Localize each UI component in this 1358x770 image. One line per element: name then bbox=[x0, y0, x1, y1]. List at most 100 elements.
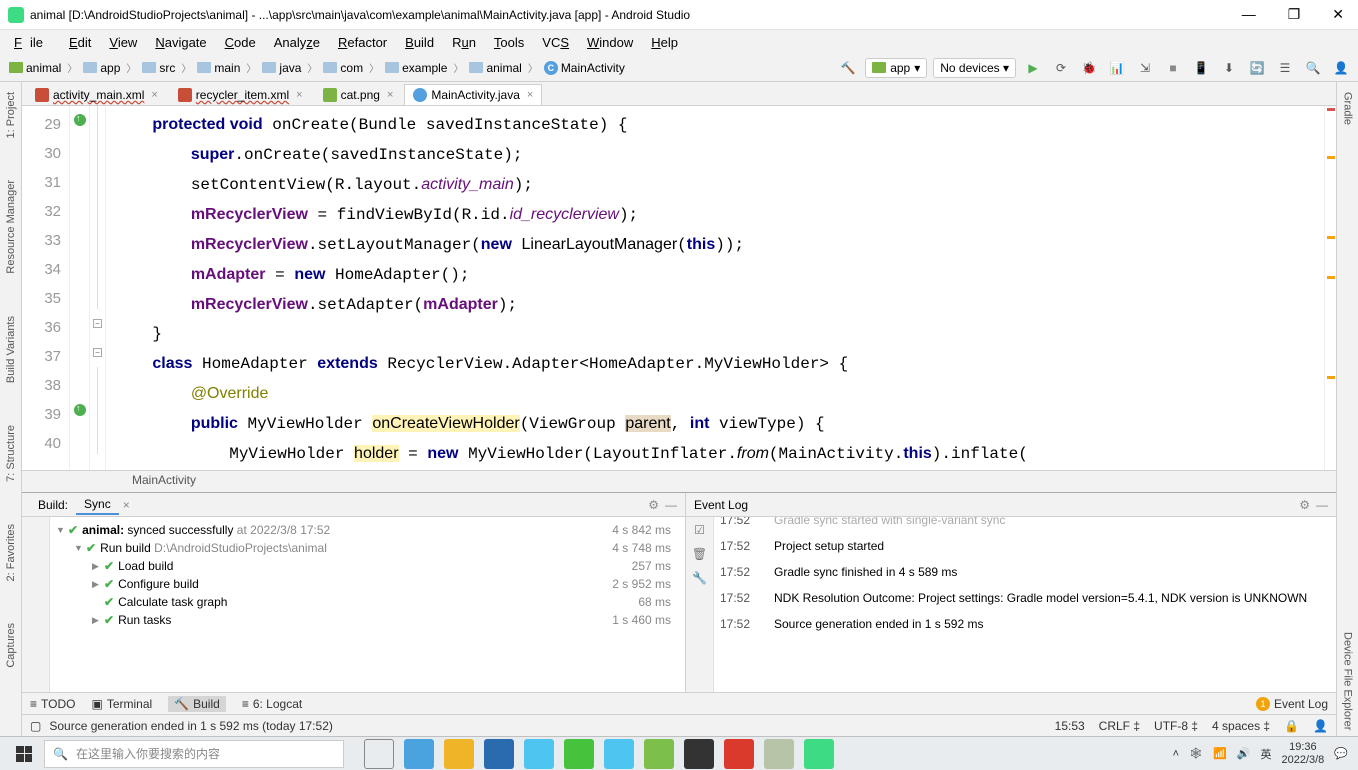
gear-icon[interactable]: ⚙ bbox=[648, 498, 659, 512]
tool-favorites[interactable]: 2: Favorites bbox=[4, 518, 18, 587]
status-lock-icon[interactable]: 🔒 bbox=[1284, 719, 1299, 733]
windows-search-input[interactable]: 🔍 在这里输入你要搜索的内容 bbox=[44, 740, 344, 768]
tab-close-icon[interactable]: × bbox=[527, 89, 533, 101]
tool-structure[interactable]: 7: Structure bbox=[4, 419, 18, 488]
status-inspect-icon[interactable]: 👤 bbox=[1313, 719, 1328, 733]
menu-navigate[interactable]: Navigate bbox=[147, 33, 214, 52]
maximize-button[interactable]: ❐ bbox=[1282, 6, 1307, 23]
avd-button[interactable]: 📱 bbox=[1190, 57, 1212, 79]
minimize-panel-icon[interactable]: — bbox=[665, 498, 677, 512]
taskbar-app-icon[interactable] bbox=[804, 739, 834, 769]
apply-changes-button[interactable]: ⟳ bbox=[1050, 57, 1072, 79]
tab-activity-main-xml[interactable]: activity_main.xml × bbox=[26, 84, 167, 105]
build-tab-build[interactable]: Build: bbox=[30, 496, 76, 514]
warning-marker-icon[interactable] bbox=[1327, 236, 1335, 239]
structure-button[interactable]: ☰ bbox=[1274, 57, 1296, 79]
tab-close-icon[interactable]: × bbox=[123, 498, 130, 512]
breadcrumb-animal[interactable]: animal bbox=[6, 60, 64, 76]
tray-clock[interactable]: 19:36 2022/3/8 bbox=[1281, 741, 1324, 767]
tray-network-icon[interactable]: 🕸 bbox=[1189, 747, 1203, 760]
tool-resource-manager[interactable]: Resource Manager bbox=[4, 174, 18, 280]
breadcrumb-animal-pkg[interactable]: animal bbox=[466, 60, 524, 76]
taskbar-app-icon[interactable] bbox=[484, 739, 514, 769]
taskbar-app-icon[interactable] bbox=[764, 739, 794, 769]
sdk-button[interactable]: ⬇ bbox=[1218, 57, 1240, 79]
taskbar-app-icon[interactable] bbox=[604, 739, 634, 769]
tool-todo[interactable]: ≡ TODO bbox=[30, 697, 75, 711]
trash-icon[interactable]: 🗑 bbox=[692, 547, 707, 561]
tool-event-log[interactable]: 1Event Log bbox=[1256, 697, 1328, 711]
error-marker-icon[interactable] bbox=[1327, 108, 1335, 111]
override-marker-icon[interactable] bbox=[74, 114, 86, 126]
taskbar-app-icon[interactable] bbox=[444, 739, 474, 769]
start-button[interactable] bbox=[4, 739, 44, 769]
tool-device-file-explorer[interactable]: Device File Explorer bbox=[1341, 626, 1355, 736]
menu-refactor[interactable]: Refactor bbox=[330, 33, 395, 52]
warning-marker-icon[interactable] bbox=[1327, 276, 1335, 279]
breadcrumb-app[interactable]: app bbox=[80, 60, 123, 76]
menu-window[interactable]: Window bbox=[579, 33, 641, 52]
attach-debugger-button[interactable]: ⇲ bbox=[1134, 57, 1156, 79]
override-marker-icon[interactable] bbox=[74, 404, 86, 416]
device-select[interactable]: No devices ▾ bbox=[933, 58, 1016, 78]
breadcrumb-src[interactable]: src bbox=[139, 60, 178, 76]
fold-icon[interactable]: − bbox=[93, 319, 102, 328]
run-button[interactable]: ▶ bbox=[1022, 57, 1044, 79]
menu-code[interactable]: Code bbox=[217, 33, 264, 52]
status-line-sep[interactable]: CRLF ‡ bbox=[1099, 719, 1140, 733]
tab-close-icon[interactable]: × bbox=[296, 89, 302, 101]
breadcrumb-main[interactable]: main bbox=[194, 60, 243, 76]
search-button[interactable]: 🔍 bbox=[1302, 57, 1324, 79]
run-config-select[interactable]: app ▾ bbox=[865, 58, 927, 78]
menu-vcs[interactable]: VCS bbox=[534, 33, 577, 52]
editor-breadcrumb[interactable]: MainActivity bbox=[22, 470, 1336, 492]
build-row[interactable]: ▶✔Run tasks1 s 460 ms bbox=[56, 611, 679, 629]
build-row[interactable]: ✔Calculate task graph68 ms bbox=[56, 593, 679, 611]
tray-wifi-icon[interactable]: 📶 bbox=[1213, 747, 1227, 760]
status-hide-icon[interactable]: ▢ bbox=[30, 719, 41, 733]
tray-chevron-icon[interactable]: ˄ bbox=[1173, 748, 1179, 760]
menu-build[interactable]: Build bbox=[397, 33, 442, 52]
build-tab-sync[interactable]: Sync bbox=[76, 495, 119, 515]
tray-notifications-icon[interactable]: 💬 bbox=[1334, 747, 1348, 760]
menu-view[interactable]: View bbox=[101, 33, 145, 52]
gear-icon[interactable]: ⚙ bbox=[1299, 498, 1310, 512]
tool-terminal[interactable]: ▣ Terminal bbox=[91, 697, 152, 711]
profile-button[interactable]: 📊 bbox=[1106, 57, 1128, 79]
status-encoding[interactable]: UTF-8 ‡ bbox=[1154, 719, 1198, 733]
tab-recycler-item-xml[interactable]: recycler_item.xml × bbox=[169, 84, 312, 105]
build-row[interactable]: ▶✔Configure build2 s 952 ms bbox=[56, 575, 679, 593]
filter-icon[interactable]: ☑ bbox=[694, 523, 705, 537]
event-list[interactable]: 17:52Gradle sync started with single-var… bbox=[714, 517, 1336, 692]
fold-icon[interactable]: − bbox=[93, 348, 102, 357]
tool-project[interactable]: 1: Project bbox=[4, 86, 18, 144]
sync-button[interactable]: 🔄 bbox=[1246, 57, 1268, 79]
tab-mainactivity-java[interactable]: MainActivity.java × bbox=[404, 84, 542, 105]
breadcrumb-mainactivity[interactable]: CMainActivity bbox=[541, 60, 628, 76]
warning-marker-icon[interactable] bbox=[1327, 376, 1335, 379]
menu-help[interactable]: Help bbox=[643, 33, 686, 52]
menu-file[interactable]: File bbox=[6, 33, 59, 52]
build-row[interactable]: ▼✔animal: synced successfully at 2022/3/… bbox=[56, 521, 679, 539]
taskbar-app-icon[interactable] bbox=[524, 739, 554, 769]
tool-logcat[interactable]: ≡ 6: Logcat bbox=[242, 697, 302, 711]
task-view-icon[interactable] bbox=[364, 739, 394, 769]
status-indent[interactable]: 4 spaces ‡ bbox=[1212, 719, 1270, 733]
build-row[interactable]: ▶✔Load build257 ms bbox=[56, 557, 679, 575]
tool-captures[interactable]: Captures bbox=[4, 617, 18, 674]
tool-gradle[interactable]: Gradle bbox=[1341, 86, 1355, 131]
error-stripe[interactable] bbox=[1324, 106, 1336, 470]
taskbar-app-icon[interactable] bbox=[404, 739, 434, 769]
user-button[interactable]: 👤 bbox=[1330, 57, 1352, 79]
tray-volume-icon[interactable]: 🔊 bbox=[1237, 747, 1251, 760]
tool-build-variants[interactable]: Build Variants bbox=[4, 310, 18, 389]
tool-build[interactable]: 🔨 Build bbox=[168, 696, 226, 712]
breadcrumb-example[interactable]: example bbox=[382, 60, 450, 76]
code-content[interactable]: protected void onCreate(Bundle savedInst… bbox=[106, 106, 1324, 470]
menu-analyze[interactable]: Analyze bbox=[266, 33, 328, 52]
minimize-button[interactable]: — bbox=[1236, 6, 1262, 23]
code-editor[interactable]: 293031323334353637383940 − − protected v… bbox=[22, 106, 1336, 470]
menu-run[interactable]: Run bbox=[444, 33, 484, 52]
breadcrumb-com[interactable]: com bbox=[320, 60, 366, 76]
minimize-panel-icon[interactable]: — bbox=[1316, 498, 1328, 512]
